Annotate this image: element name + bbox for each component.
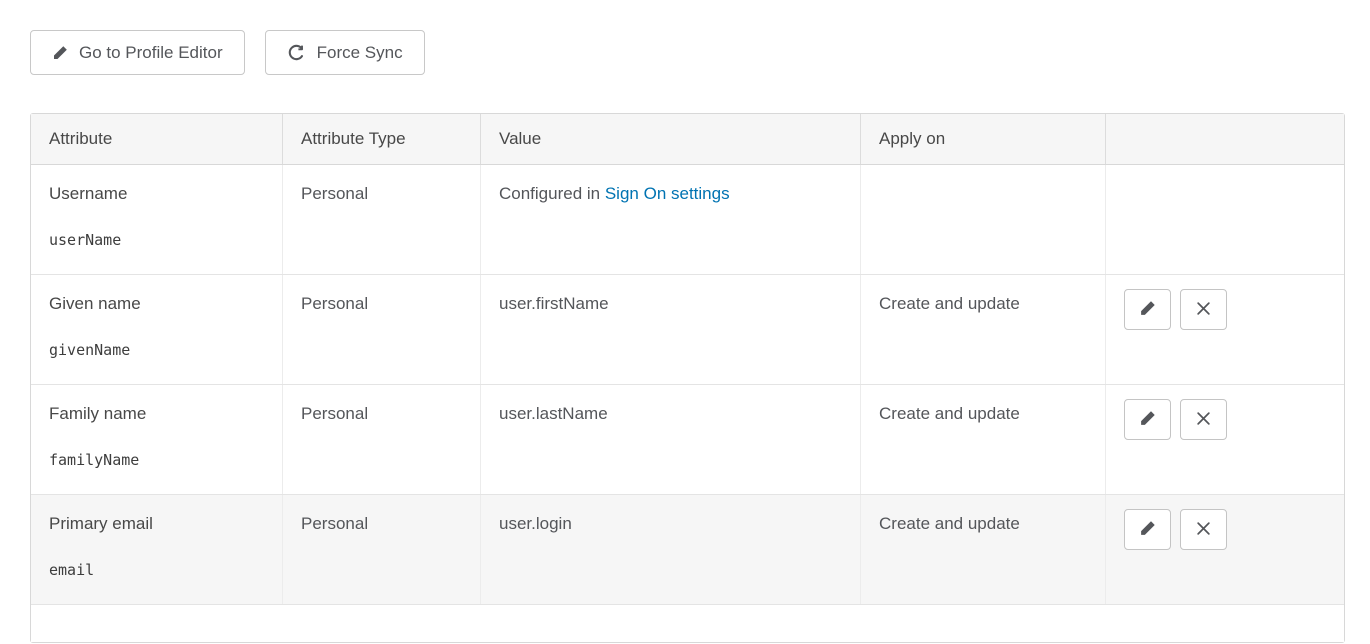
attribute-label: Family name (49, 404, 264, 424)
refresh-icon (287, 43, 306, 62)
attribute-label: Username (49, 184, 264, 204)
attribute-variable-name: givenName (49, 341, 264, 359)
force-sync-button[interactable]: Force Sync (265, 30, 425, 75)
edit-attribute-button[interactable] (1124, 289, 1171, 330)
go-to-profile-editor-button[interactable]: Go to Profile Editor (30, 30, 245, 75)
attribute-cell: Given name givenName (31, 275, 283, 384)
attribute-mappings-page: Go to Profile Editor Force Sync Attribut… (0, 0, 1370, 643)
table-header-row: Attribute Attribute Type Value Apply on (31, 114, 1344, 165)
value-cell: Configured in Sign On settings (481, 165, 861, 274)
column-header-value: Value (481, 114, 861, 164)
go-to-profile-editor-label: Go to Profile Editor (79, 43, 223, 63)
pencil-icon (52, 45, 68, 61)
attribute-type-cell: Personal (283, 495, 481, 604)
actions-cell (1106, 495, 1344, 604)
edit-attribute-button[interactable] (1124, 399, 1171, 440)
attribute-variable-name: userName (49, 231, 264, 249)
attribute-type-cell: Personal (283, 385, 481, 494)
actions-cell (1106, 165, 1344, 274)
actions-cell (1106, 275, 1344, 384)
table-partial-row (31, 605, 1344, 642)
attribute-variable-name: email (49, 561, 264, 579)
table-row: Username userName Personal Configured in… (31, 165, 1344, 275)
table-row: Primary email email Personal user.login … (31, 495, 1344, 605)
toolbar: Go to Profile Editor Force Sync (30, 30, 1345, 75)
pencil-icon (1139, 410, 1156, 430)
close-icon (1196, 411, 1211, 429)
column-header-apply-on: Apply on (861, 114, 1106, 164)
apply-on-cell: Create and update (861, 495, 1106, 604)
actions-cell (1106, 385, 1344, 494)
attribute-mapping-table: Attribute Attribute Type Value Apply on … (30, 113, 1345, 643)
table-row: Given name givenName Personal user.first… (31, 275, 1344, 385)
value-cell: user.firstName (481, 275, 861, 384)
attribute-cell: Primary email email (31, 495, 283, 604)
attribute-cell: Family name familyName (31, 385, 283, 494)
delete-attribute-button[interactable] (1180, 509, 1227, 550)
column-header-attribute-type: Attribute Type (283, 114, 481, 164)
delete-attribute-button[interactable] (1180, 289, 1227, 330)
attribute-cell: Username userName (31, 165, 283, 274)
column-header-attribute: Attribute (31, 114, 283, 164)
apply-on-cell: Create and update (861, 385, 1106, 494)
value-cell: user.login (481, 495, 861, 604)
value-cell: user.lastName (481, 385, 861, 494)
attribute-variable-name: familyName (49, 451, 264, 469)
apply-on-cell (861, 165, 1106, 274)
apply-on-cell: Create and update (861, 275, 1106, 384)
column-header-actions (1106, 114, 1344, 164)
value-prefix-text: Configured in (499, 184, 605, 203)
close-icon (1196, 521, 1211, 539)
attribute-type-cell: Personal (283, 165, 481, 274)
close-icon (1196, 301, 1211, 319)
pencil-icon (1139, 520, 1156, 540)
force-sync-label: Force Sync (317, 43, 403, 63)
table-row: Family name familyName Personal user.las… (31, 385, 1344, 495)
attribute-label: Primary email (49, 514, 264, 534)
edit-attribute-button[interactable] (1124, 509, 1171, 550)
sign-on-settings-link[interactable]: Sign On settings (605, 184, 730, 203)
delete-attribute-button[interactable] (1180, 399, 1227, 440)
attribute-label: Given name (49, 294, 264, 314)
attribute-type-cell: Personal (283, 275, 481, 384)
pencil-icon (1139, 300, 1156, 320)
